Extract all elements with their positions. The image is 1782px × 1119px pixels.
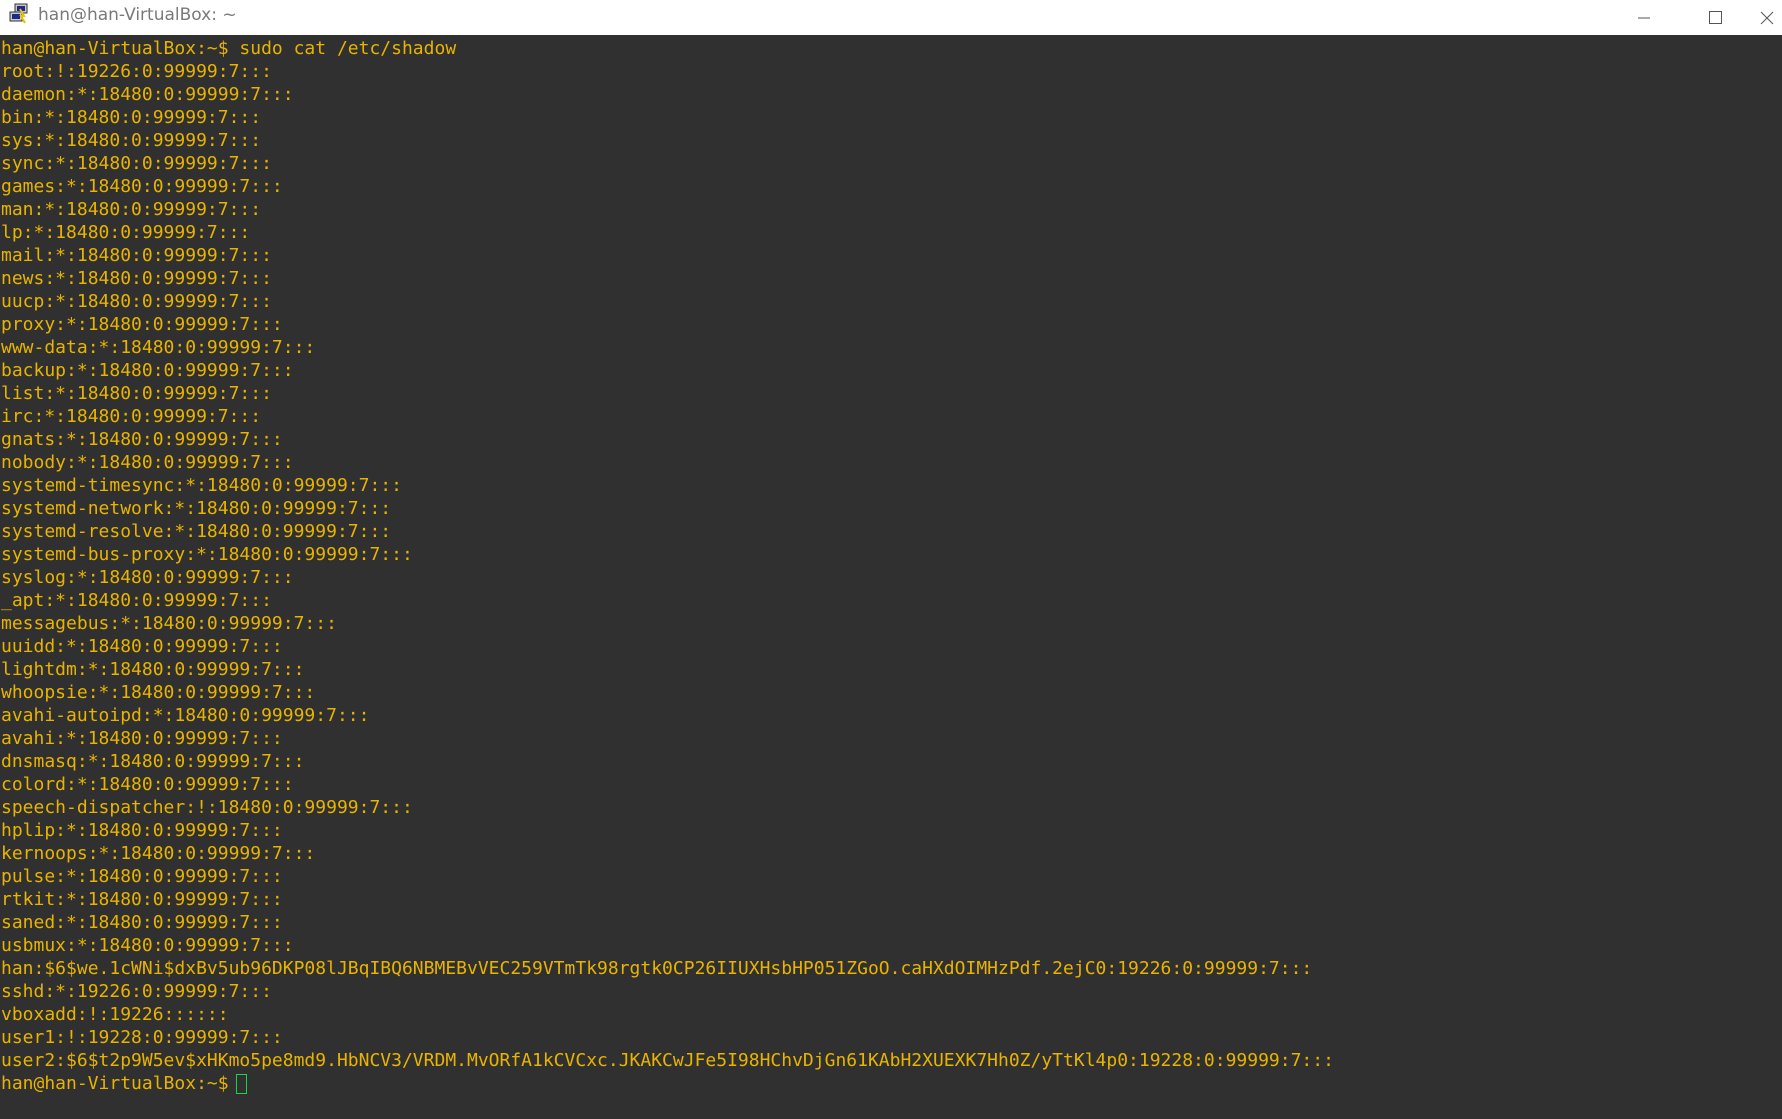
output-line: _apt:*:18480:0:99999:7:::: [1, 590, 272, 611]
output-line: gnats:*:18480:0:99999:7:::: [1, 429, 283, 450]
output-line: dnsmasq:*:18480:0:99999:7:::: [1, 751, 305, 772]
output-line: systemd-resolve:*:18480:0:99999:7:::: [1, 521, 392, 542]
output-line: lightdm:*:18480:0:99999:7:::: [1, 659, 305, 680]
output-line: games:*:18480:0:99999:7:::: [1, 176, 283, 197]
output-line: list:*:18480:0:99999:7:::: [1, 383, 272, 404]
output-line: user2:$6$t2p9W5ev$xHKmo5pe8md9.HbNCV3/VR…: [1, 1050, 1334, 1071]
output-line: kernoops:*:18480:0:99999:7:::: [1, 843, 316, 864]
output-line: systemd-bus-proxy:*:18480:0:99999:7:::: [1, 544, 413, 565]
output-line: avahi:*:18480:0:99999:7:::: [1, 728, 283, 749]
output-line: daemon:*:18480:0:99999:7:::: [1, 84, 294, 105]
output-line: sshd:*:19226:0:99999:7:::: [1, 981, 272, 1002]
output-line: man:*:18480:0:99999:7:::: [1, 199, 262, 220]
terminal-output: han@han-VirtualBox:~$ sudo cat /etc/shad…: [1, 37, 1334, 1095]
output-line: speech-dispatcher:!:18480:0:99999:7:::: [1, 797, 413, 818]
output-line: bin:*:18480:0:99999:7:::: [1, 107, 262, 128]
output-line: systemd-network:*:18480:0:99999:7:::: [1, 498, 392, 519]
terminal-area[interactable]: han@han-VirtualBox:~$ sudo cat /etc/shad…: [0, 35, 1782, 1119]
output-line: lp:*:18480:0:99999:7:::: [1, 222, 251, 243]
output-line: proxy:*:18480:0:99999:7:::: [1, 314, 283, 335]
output-line: saned:*:18480:0:99999:7:::: [1, 912, 283, 933]
output-line: messagebus:*:18480:0:99999:7:::: [1, 613, 337, 634]
current-prompt-line[interactable]: han@han-VirtualBox:~$: [1, 1072, 1334, 1095]
window-title: han@han-VirtualBox: ~: [38, 5, 237, 25]
close-button[interactable]: [1754, 0, 1782, 35]
close-icon: [1760, 11, 1774, 24]
command-line: han@han-VirtualBox:~$ sudo cat /etc/shad…: [1, 38, 457, 59]
output-line: irc:*:18480:0:99999:7:::: [1, 406, 262, 427]
title-bar[interactable]: han@han-VirtualBox: ~: [0, 0, 1782, 35]
output-line: syslog:*:18480:0:99999:7:::: [1, 567, 294, 588]
text-cursor: [235, 1073, 247, 1094]
output-line: avahi-autoipd:*:18480:0:99999:7:::: [1, 705, 370, 726]
output-line: pulse:*:18480:0:99999:7:::: [1, 866, 283, 887]
output-line: backup:*:18480:0:99999:7:::: [1, 360, 294, 381]
output-line: sys:*:18480:0:99999:7:::: [1, 130, 262, 151]
output-line: rtkit:*:18480:0:99999:7:::: [1, 889, 283, 910]
output-line: hplip:*:18480:0:99999:7:::: [1, 820, 283, 841]
shell-prompt: han@han-VirtualBox:~$: [1, 1073, 229, 1094]
maximize-icon: [1708, 11, 1722, 24]
output-line: mail:*:18480:0:99999:7:::: [1, 245, 272, 266]
maximize-button[interactable]: [1683, 0, 1747, 35]
output-line: vboxadd:!:19226::::::: [1, 1004, 229, 1025]
putty-terminal-icon: [9, 3, 28, 24]
output-line: www-data:*:18480:0:99999:7:::: [1, 337, 316, 358]
output-line: sync:*:18480:0:99999:7:::: [1, 153, 272, 174]
output-line: uuidd:*:18480:0:99999:7:::: [1, 636, 283, 657]
output-line: uucp:*:18480:0:99999:7:::: [1, 291, 272, 312]
output-line: user1:!:19228:0:99999:7:::: [1, 1027, 283, 1048]
output-line: colord:*:18480:0:99999:7:::: [1, 774, 294, 795]
minimize-icon: [1638, 17, 1650, 18]
output-line: systemd-timesync:*:18480:0:99999:7:::: [1, 475, 402, 496]
output-line: nobody:*:18480:0:99999:7:::: [1, 452, 294, 473]
output-line: news:*:18480:0:99999:7:::: [1, 268, 272, 289]
minimize-button[interactable]: [1612, 0, 1676, 35]
output-line: root:!:19226:0:99999:7:::: [1, 61, 272, 82]
output-line: usbmux:*:18480:0:99999:7:::: [1, 935, 294, 956]
output-line: han:$6$we.1cWNi$dxBv5ub96DKP08lJBqIBQ6NB…: [1, 958, 1313, 979]
output-line: whoopsie:*:18480:0:99999:7:::: [1, 682, 316, 703]
